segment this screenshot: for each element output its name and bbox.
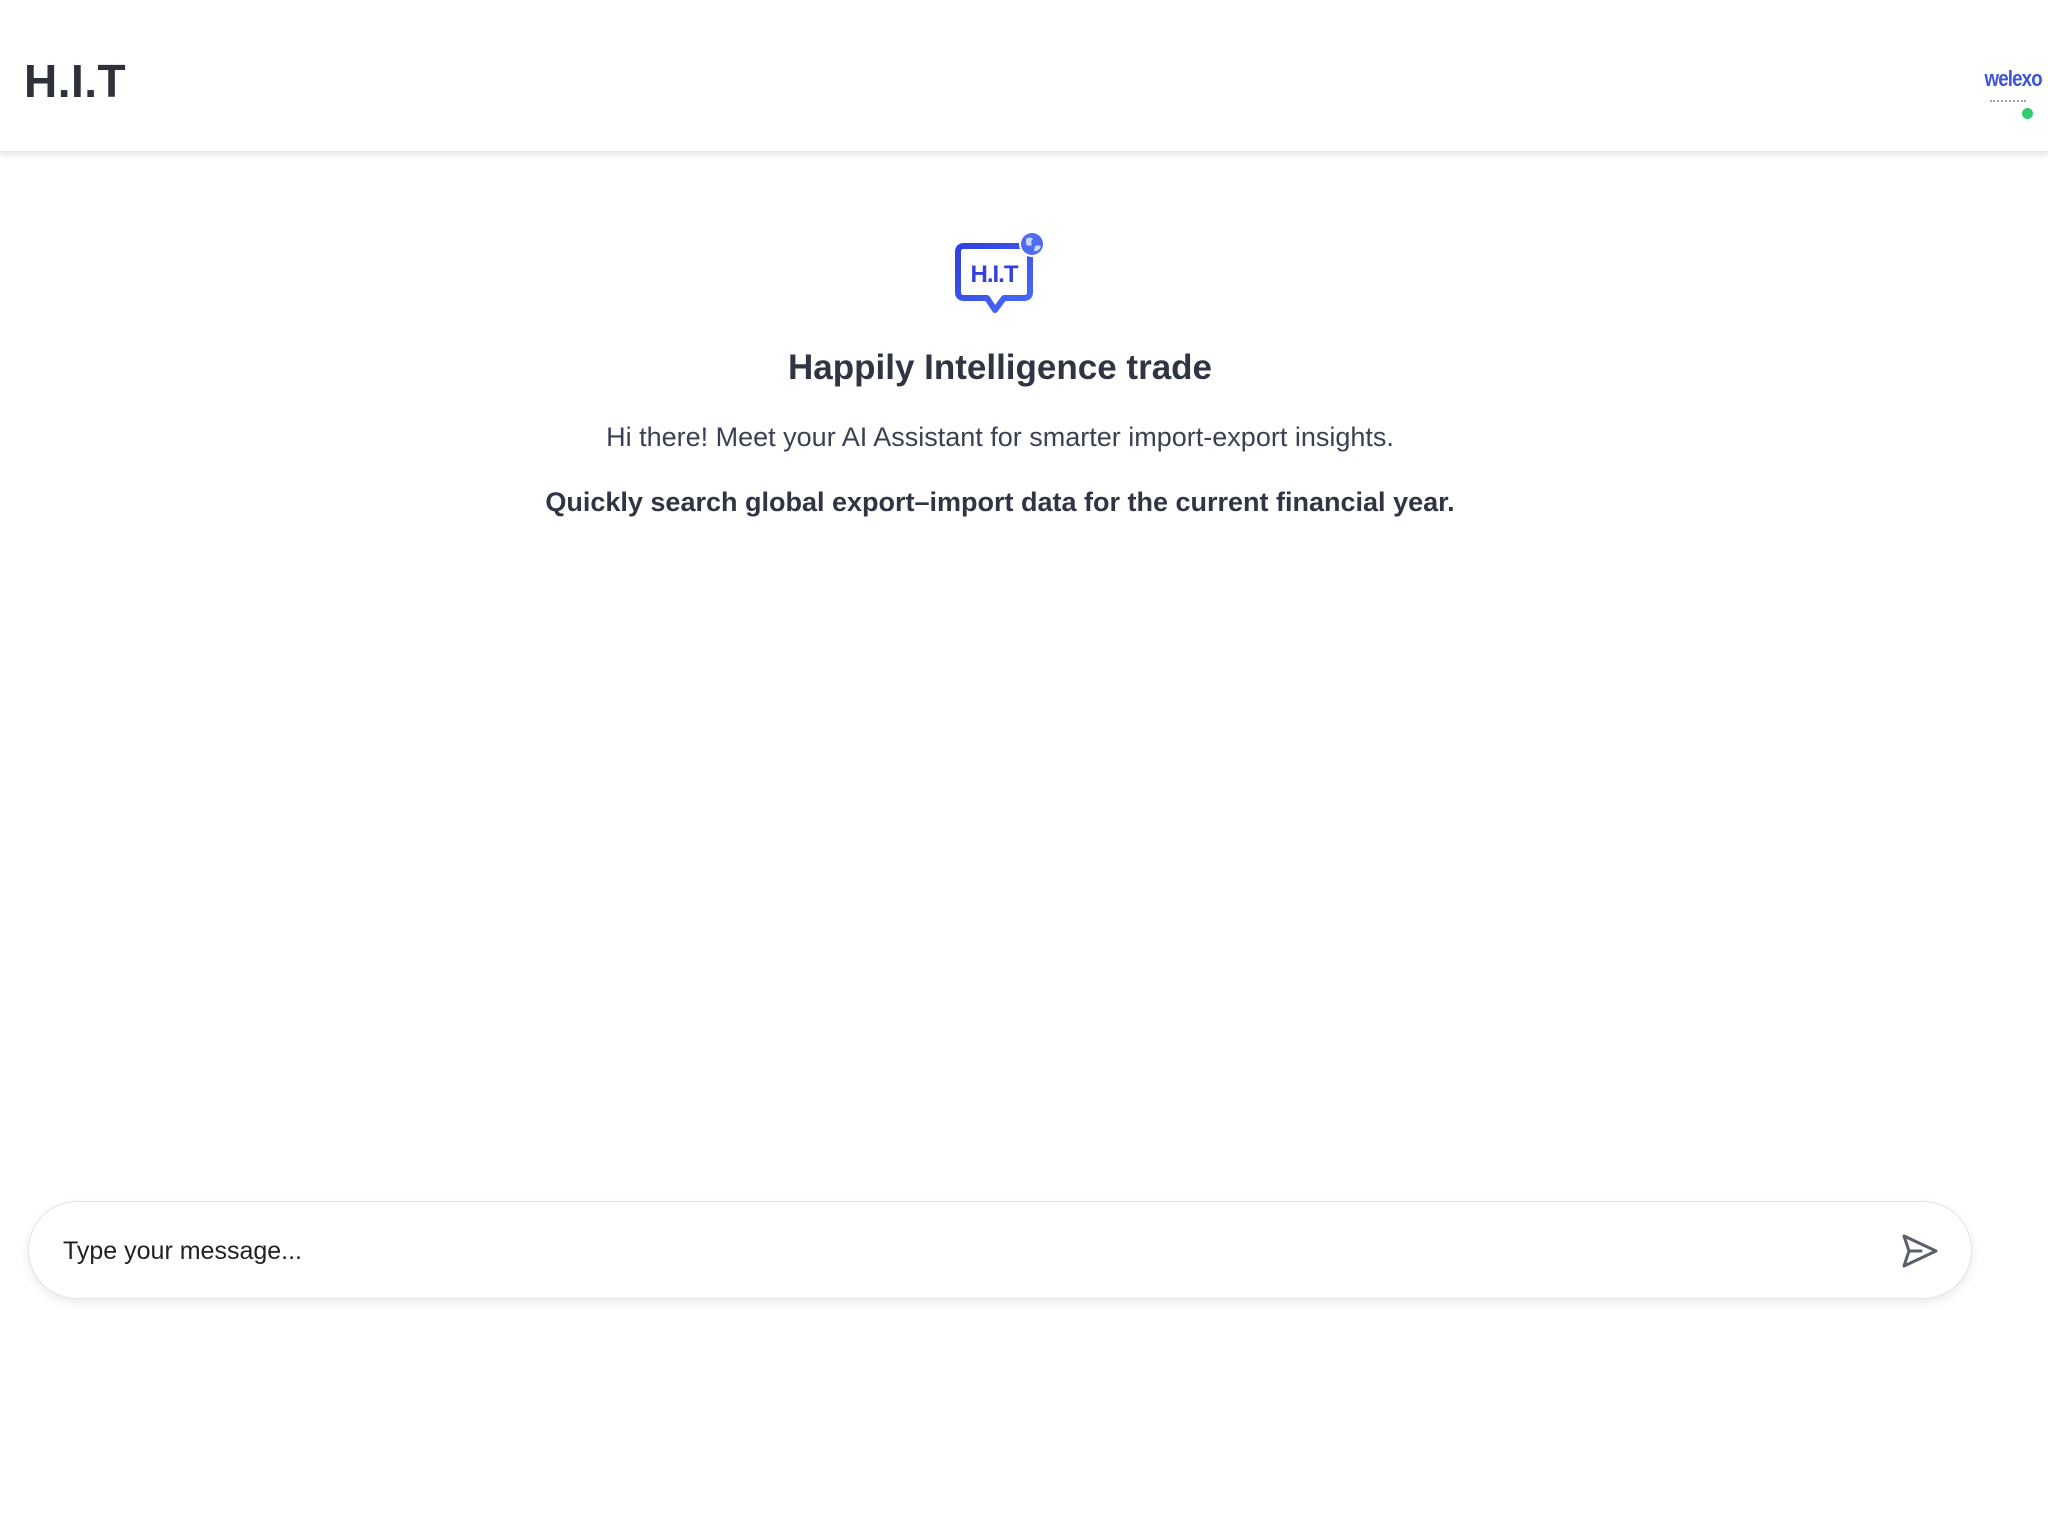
logo-text: H.I.T bbox=[971, 261, 1019, 288]
welcome-tagline: Quickly search global export–import data… bbox=[545, 487, 1455, 517]
online-status-indicator bbox=[2021, 107, 2034, 120]
message-composer bbox=[28, 1201, 1972, 1299]
avatar-subtext bbox=[1990, 100, 2026, 103]
send-button[interactable] bbox=[1897, 1229, 1941, 1273]
welcome-title: Happily Intelligence trade bbox=[788, 348, 1212, 387]
chat-bubble-globe-icon: H.I.T bbox=[955, 231, 1045, 313]
send-icon bbox=[1902, 1234, 1938, 1268]
avatar-wordmark: welexo bbox=[1984, 66, 2043, 91]
welcome-subtitle: Hi there! Meet your AI Assistant for sma… bbox=[606, 422, 1394, 452]
app-title: H.I.T bbox=[24, 55, 127, 107]
message-input[interactable] bbox=[61, 1226, 1881, 1276]
top-bar: H.I.T welexo bbox=[0, 0, 2048, 152]
chat-app: H.I.T welexo H.I.T Happily Intelligence … bbox=[0, 0, 2048, 1536]
